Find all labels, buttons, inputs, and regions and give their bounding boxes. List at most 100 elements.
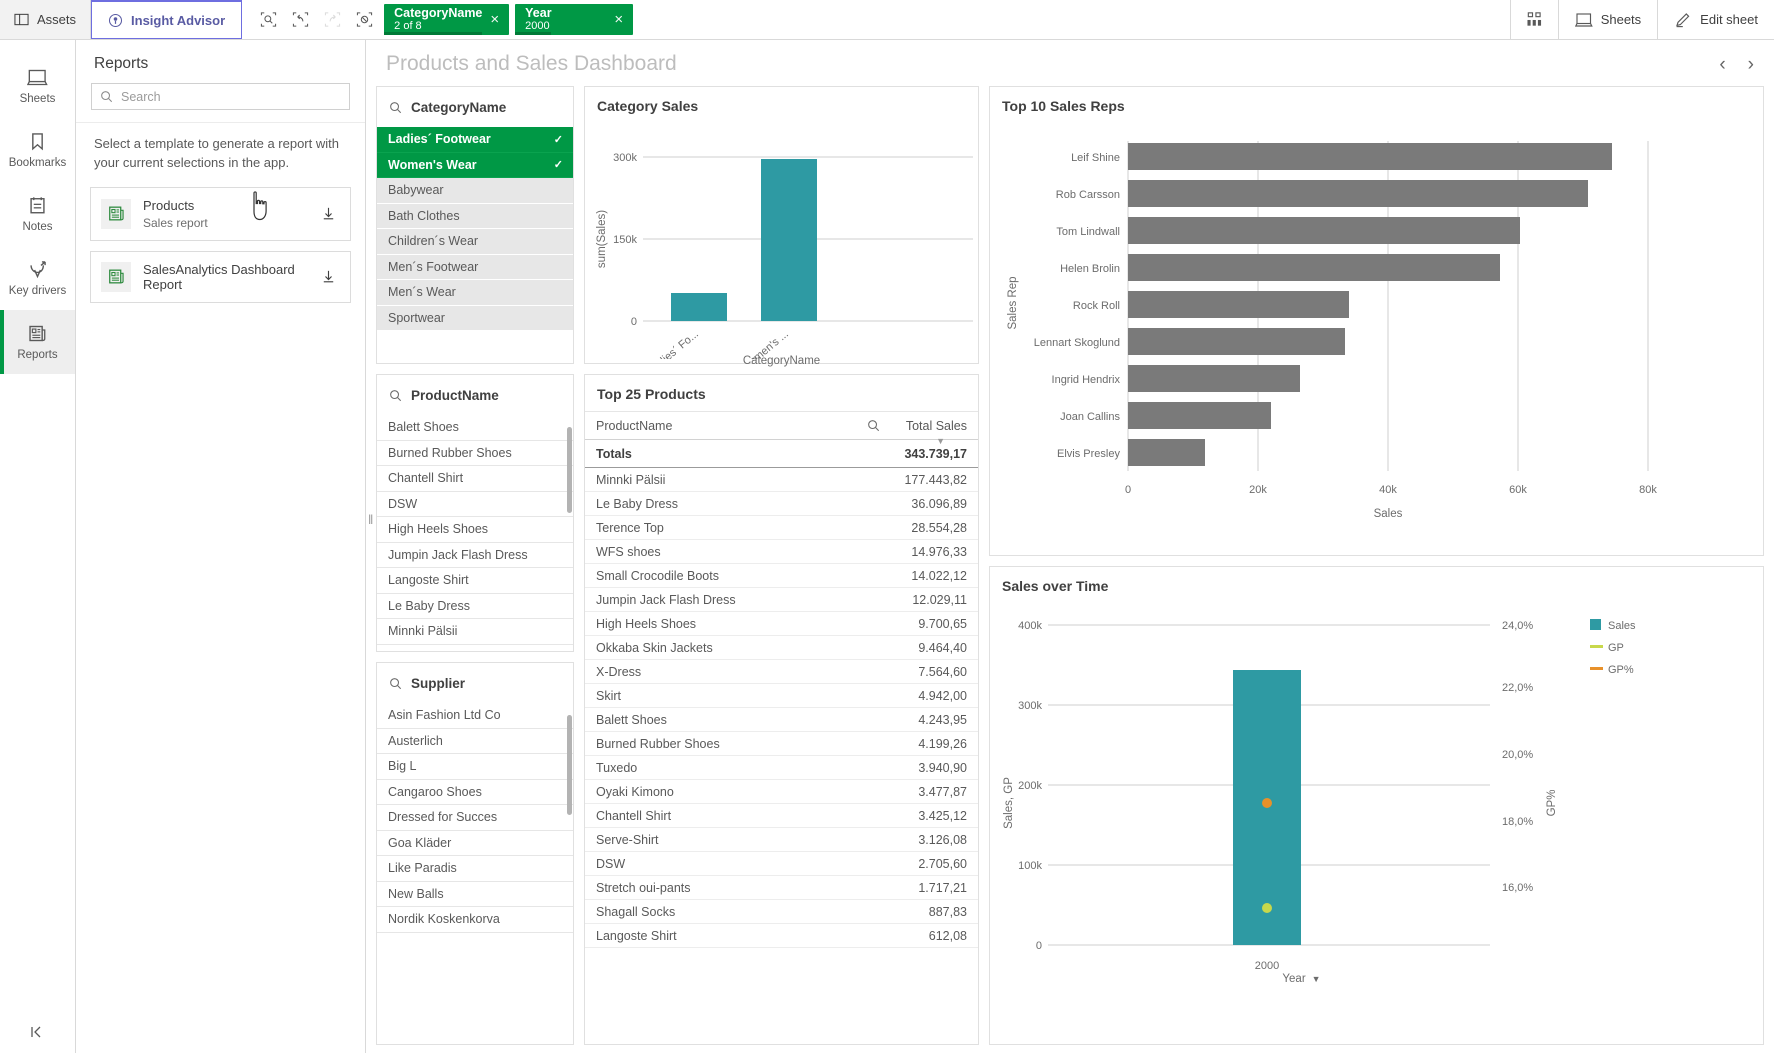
- filterpane-scrollbar[interactable]: [567, 427, 572, 513]
- table-row[interactable]: Langoste Shirt612,08: [585, 924, 978, 948]
- table-row[interactable]: Oyaki Kimono3.477,87: [585, 780, 978, 804]
- table-row[interactable]: Jumpin Jack Flash Dress12.029,11: [585, 588, 978, 612]
- step-back-icon[interactable]: [286, 6, 314, 34]
- bar-tom-lindwall[interactable]: [1128, 217, 1520, 244]
- reports-search-box[interactable]: [91, 83, 350, 110]
- filter-value-row[interactable]: Cangaroo Shoes: [377, 780, 573, 806]
- filter-value-row[interactable]: New Balls: [377, 882, 573, 908]
- bar-womens-wear[interactable]: [761, 159, 817, 321]
- legend-swatch-gp[interactable]: [1590, 645, 1603, 648]
- bar-rob-carsson[interactable]: [1128, 180, 1588, 207]
- column-header-productname[interactable]: ProductName: [585, 419, 860, 433]
- filter-value-row[interactable]: DSW: [377, 492, 573, 518]
- filter-value-row[interactable]: High Heels Shoes: [377, 517, 573, 543]
- bar-elvis-presley[interactable]: [1128, 439, 1205, 466]
- table-row[interactable]: Terence Top28.554,28: [585, 516, 978, 540]
- table-row[interactable]: Stretch oui-pants1.717,21: [585, 876, 978, 900]
- table-row[interactable]: X-Dress7.564,60: [585, 660, 978, 684]
- bar-leif-shine[interactable]: [1128, 143, 1612, 170]
- table-row[interactable]: Tuxedo3.940,90: [585, 756, 978, 780]
- clear-selections-icon[interactable]: [350, 6, 378, 34]
- filter-value-row[interactable]: Men´s Footwear: [377, 255, 573, 281]
- search-icon[interactable]: [860, 419, 886, 432]
- filter-value-row[interactable]: Chantell Shirt: [377, 466, 573, 492]
- chart-category-sales[interactable]: Category Sales 300k 150k 0: [584, 86, 979, 364]
- filterpane-header[interactable]: CategoryName: [377, 87, 573, 127]
- close-icon[interactable]: ×: [606, 11, 627, 28]
- table-row[interactable]: Chantell Shirt3.425,12: [585, 804, 978, 828]
- filter-value-row[interactable]: Austerlich: [377, 729, 573, 755]
- selection-chip-category[interactable]: CategoryName 2 of 8 ×: [384, 4, 509, 35]
- table-row[interactable]: Okkaba Skin Jackets9.464,40: [585, 636, 978, 660]
- filter-value-row[interactable]: Bath Clothes: [377, 204, 573, 230]
- rail-item-bookmarks[interactable]: Bookmarks: [0, 118, 75, 182]
- report-template-salesanalytics[interactable]: SalesAnalytics Dashboard Report: [90, 251, 351, 303]
- filter-value-row[interactable]: Langoste Shirt: [377, 568, 573, 594]
- filter-value-row[interactable]: Like Paradis: [377, 856, 573, 882]
- rail-item-sheets[interactable]: Sheets: [0, 54, 75, 118]
- resize-handle[interactable]: ‖: [368, 513, 374, 529]
- filter-value-row[interactable]: Asin Fashion Ltd Co: [377, 703, 573, 729]
- filter-value-row[interactable]: Sportwear: [377, 306, 573, 332]
- rail-item-notes[interactable]: Notes: [0, 182, 75, 246]
- filter-value-row[interactable]: Nordik Koskenkorva: [377, 907, 573, 933]
- legend-swatch-sales[interactable]: [1590, 619, 1601, 630]
- bar-lennart-skoglund[interactable]: [1128, 328, 1345, 355]
- table-row[interactable]: WFS shoes14.976,33: [585, 540, 978, 564]
- filterpane-scrollbar[interactable]: [567, 715, 572, 815]
- point-gp-percent[interactable]: [1262, 798, 1272, 808]
- download-icon[interactable]: [316, 205, 340, 222]
- selections-tool-icon[interactable]: [254, 6, 282, 34]
- report-template-products[interactable]: Products Sales report: [90, 187, 351, 241]
- filterpane-header[interactable]: Supplier: [377, 663, 573, 703]
- table-row[interactable]: Serve-Shirt3.126,08: [585, 828, 978, 852]
- chevron-right-icon[interactable]: ›: [1748, 55, 1754, 74]
- assets-button[interactable]: Assets: [0, 0, 91, 39]
- bar-joan-callins[interactable]: [1128, 402, 1271, 429]
- filter-value-row[interactable]: Minnki Pälsii: [377, 619, 573, 645]
- table-row[interactable]: Le Baby Dress36.096,89: [585, 492, 978, 516]
- edit-sheet-button[interactable]: Edit sheet: [1657, 0, 1774, 39]
- filter-value-row[interactable]: Jumpin Jack Flash Dress: [377, 543, 573, 569]
- filter-value-row[interactable]: Women's Wear ✓: [377, 153, 573, 179]
- bar-helen-brolin[interactable]: [1128, 254, 1500, 281]
- table-row[interactable]: High Heels Shoes9.700,65: [585, 612, 978, 636]
- table-row[interactable]: Burned Rubber Shoes4.199,26: [585, 732, 978, 756]
- filter-value-row[interactable]: Big L: [377, 754, 573, 780]
- rail-item-key-drivers[interactable]: Key drivers: [0, 246, 75, 310]
- table-row[interactable]: Shagall Socks887,83: [585, 900, 978, 924]
- filter-value-row[interactable]: Babywear: [377, 178, 573, 204]
- filter-value-row[interactable]: Children´s Wear: [377, 229, 573, 255]
- download-icon[interactable]: [316, 268, 340, 285]
- filter-value-row[interactable]: Burned Rubber Shoes: [377, 441, 573, 467]
- table-row[interactable]: DSW2.705,60: [585, 852, 978, 876]
- filter-value-row[interactable]: Ladies´ Footwear ✓: [377, 127, 573, 153]
- filter-value-row[interactable]: Goa Kläder: [377, 831, 573, 857]
- filter-value-row[interactable]: Men´s Wear: [377, 280, 573, 306]
- selection-chip-year[interactable]: Year 2000 ×: [515, 4, 633, 35]
- search-input[interactable]: [121, 90, 341, 104]
- bar-rock-roll[interactable]: [1128, 291, 1349, 318]
- bar-ladies-footwear[interactable]: [671, 293, 727, 321]
- x-axis-dimension-button[interactable]: Year ▼: [840, 973, 1763, 991]
- insight-advisor-button[interactable]: Insight Advisor: [91, 0, 242, 39]
- collapse-left-icon[interactable]: [0, 1011, 75, 1053]
- sheets-button[interactable]: Sheets: [1558, 0, 1657, 39]
- chart-sales-over-time[interactable]: Sales over Time 400k: [989, 566, 1764, 1045]
- table-row[interactable]: Small Crocodile Boots14.022,12: [585, 564, 978, 588]
- close-icon[interactable]: ×: [482, 11, 503, 28]
- bar-ingrid-hendrix[interactable]: [1128, 365, 1300, 392]
- chevron-left-icon[interactable]: ‹: [1719, 55, 1725, 74]
- filter-value-row[interactable]: Dressed for Succes: [377, 805, 573, 831]
- filter-value-row[interactable]: Le Baby Dress: [377, 594, 573, 620]
- table-row[interactable]: Balett Shoes4.243,95: [585, 708, 978, 732]
- legend-swatch-gp-pct[interactable]: [1590, 667, 1603, 670]
- table-row[interactable]: Minnki Pälsii177.443,82: [585, 468, 978, 492]
- table-row[interactable]: Skirt4.942,00: [585, 684, 978, 708]
- filterpane-header[interactable]: ProductName: [377, 375, 573, 415]
- chart-top-10-sales-reps[interactable]: Top 10 Sales Reps: [989, 86, 1764, 556]
- point-gp[interactable]: [1262, 903, 1272, 913]
- column-header-total-sales[interactable]: Total Sales: [886, 419, 978, 433]
- rail-item-reports[interactable]: Reports: [0, 310, 75, 374]
- filter-value-row[interactable]: Balett Shoes: [377, 415, 573, 441]
